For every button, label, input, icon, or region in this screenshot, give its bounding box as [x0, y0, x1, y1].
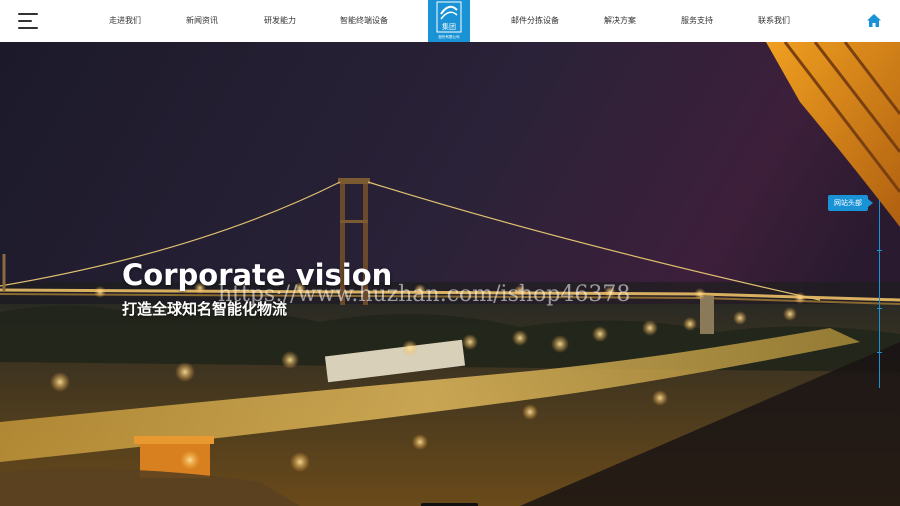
side-nav-tick[interactable] — [877, 308, 882, 309]
nav-item-about[interactable]: 走进我们 — [109, 0, 141, 42]
side-nav-tick[interactable] — [877, 352, 882, 353]
logo-text: 集团 — [442, 22, 456, 31]
nav-item-mail-sorting[interactable]: 邮件分拣设备 — [511, 0, 559, 42]
logo-icon[interactable]: 集团 股份有限公司 — [428, 0, 470, 42]
nav-item-contact[interactable]: 联系我们 — [758, 0, 790, 42]
logo-subtext: 股份有限公司 — [439, 34, 460, 39]
nav-item-support[interactable]: 服务支持 — [681, 0, 713, 42]
nav-item-solutions[interactable]: 解决方案 — [604, 0, 636, 42]
nav-item-rnd[interactable]: 研发能力 — [264, 0, 296, 42]
side-nav-label[interactable]: 网站头部 — [828, 195, 868, 211]
side-nav-tick[interactable] — [877, 250, 882, 251]
side-nav-track — [879, 200, 880, 388]
nav-item-terminals[interactable]: 智能终端设备 — [340, 0, 388, 42]
watermark-text: https://www.huzhan.com/ishop46378 — [218, 282, 631, 307]
side-nav-pointer — [868, 199, 873, 207]
hamburger-menu-icon[interactable] — [18, 13, 38, 29]
nav-item-news[interactable]: 新闻资讯 — [186, 0, 218, 42]
site-header: 走进我们 新闻资讯 研发能力 智能终端设备 集团 股份有限公司 邮件分拣设备 解… — [0, 0, 900, 42]
hero-banner: Corporate vision 打造全球知名智能化物流 https://www… — [0, 42, 900, 506]
home-icon[interactable] — [866, 13, 882, 29]
